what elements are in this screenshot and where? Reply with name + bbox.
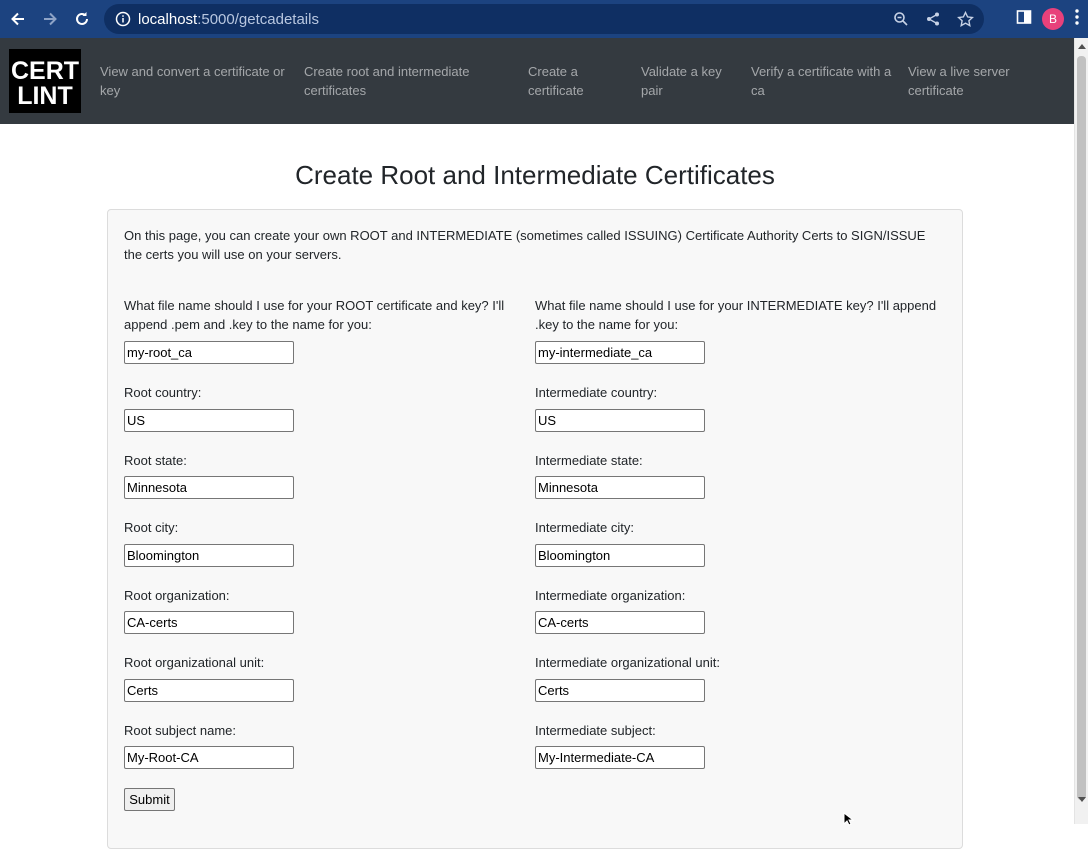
root-subject-label: Root subject name:	[124, 723, 237, 738]
root-country-label: Root country:	[124, 385, 202, 400]
scroll-up-arrow[interactable]	[1078, 44, 1086, 49]
intro-text: On this page, you can create your own RO…	[124, 228, 926, 262]
reload-icon[interactable]	[66, 0, 98, 38]
intermediate-city-input[interactable]	[535, 544, 705, 567]
side-panel-icon[interactable]	[1016, 9, 1032, 30]
back-icon[interactable]	[2, 0, 34, 38]
page-title: Create Root and Intermediate Certificate…	[295, 160, 775, 190]
intermediate-filename-label: What file name should I use for your INT…	[535, 298, 937, 332]
bookmark-star-icon[interactable]	[954, 8, 976, 30]
root-ou-label: Root organizational unit:	[124, 655, 265, 670]
site-info-icon[interactable]	[114, 10, 132, 28]
logo-line1: CERT	[11, 57, 79, 85]
nav-view-convert[interactable]: View and convert a certificate or key	[100, 62, 290, 100]
intermediate-country-input[interactable]	[535, 409, 705, 432]
root-ou-input[interactable]	[124, 679, 294, 702]
browser-toolbar: localhost:5000/getcadetails B	[0, 0, 1088, 38]
certlint-logo[interactable]: CERT LINT	[9, 49, 81, 113]
root-filename-input[interactable]	[124, 341, 294, 364]
intermediate-city-label: Intermediate city:	[535, 520, 634, 535]
root-state-input[interactable]	[124, 476, 294, 499]
intermediate-state-input[interactable]	[535, 476, 705, 499]
nav-validate-key-pair[interactable]: Validate a key pair	[641, 62, 733, 100]
url-text: localhost:5000/getcadetails	[138, 11, 319, 28]
page-scrollbar[interactable]	[1074, 38, 1088, 824]
profile-avatar[interactable]: B	[1042, 8, 1064, 30]
menu-kebab-icon[interactable]	[1074, 8, 1080, 31]
scroll-thumb[interactable]	[1077, 56, 1086, 800]
intermediate-ou-label: Intermediate organizational unit:	[535, 655, 721, 670]
nav-view-live-server[interactable]: View a live server certificate	[908, 62, 1038, 100]
zoom-icon[interactable]	[890, 8, 912, 30]
intermediate-filename-input[interactable]	[535, 341, 705, 364]
scroll-down-arrow[interactable]	[1078, 797, 1086, 802]
root-subject-input[interactable]	[124, 746, 294, 769]
forward-icon[interactable]	[34, 0, 66, 38]
intermediate-org-label: Intermediate organization:	[535, 588, 686, 603]
root-country-input[interactable]	[124, 409, 294, 432]
mouse-cursor-icon	[843, 811, 855, 831]
intermediate-subject-label: Intermediate subject:	[535, 723, 656, 738]
intermediate-state-label: Intermediate state:	[535, 453, 643, 468]
intermediate-subject-input[interactable]	[535, 746, 705, 769]
root-org-label: Root organization:	[124, 588, 230, 603]
share-icon[interactable]	[922, 8, 944, 30]
root-city-label: Root city:	[124, 520, 179, 535]
root-org-input[interactable]	[124, 611, 294, 634]
root-state-label: Root state:	[124, 453, 187, 468]
nav-create-root-intermediate[interactable]: Create root and intermediate certificate…	[304, 62, 504, 100]
address-bar[interactable]: localhost:5000/getcadetails	[104, 4, 984, 34]
nav-verify-certificate[interactable]: Verify a certificate with a ca	[751, 62, 896, 100]
root-filename-label: What file name should I use for your ROO…	[124, 298, 505, 332]
url-host: localhost	[138, 10, 198, 28]
nav-create-certificate[interactable]: Create a certificate	[528, 62, 618, 100]
logo-line2: LINT	[17, 82, 73, 109]
url-path: :5000/getcadetails	[197, 10, 319, 28]
root-city-input[interactable]	[124, 544, 294, 567]
intermediate-ou-input[interactable]	[535, 679, 705, 702]
intermediate-country-label: Intermediate country:	[535, 385, 658, 400]
intermediate-org-input[interactable]	[535, 611, 705, 634]
app-navbar: CERT LINT View and convert a certificate…	[0, 38, 1074, 124]
submit-button[interactable]: Submit	[124, 788, 175, 811]
